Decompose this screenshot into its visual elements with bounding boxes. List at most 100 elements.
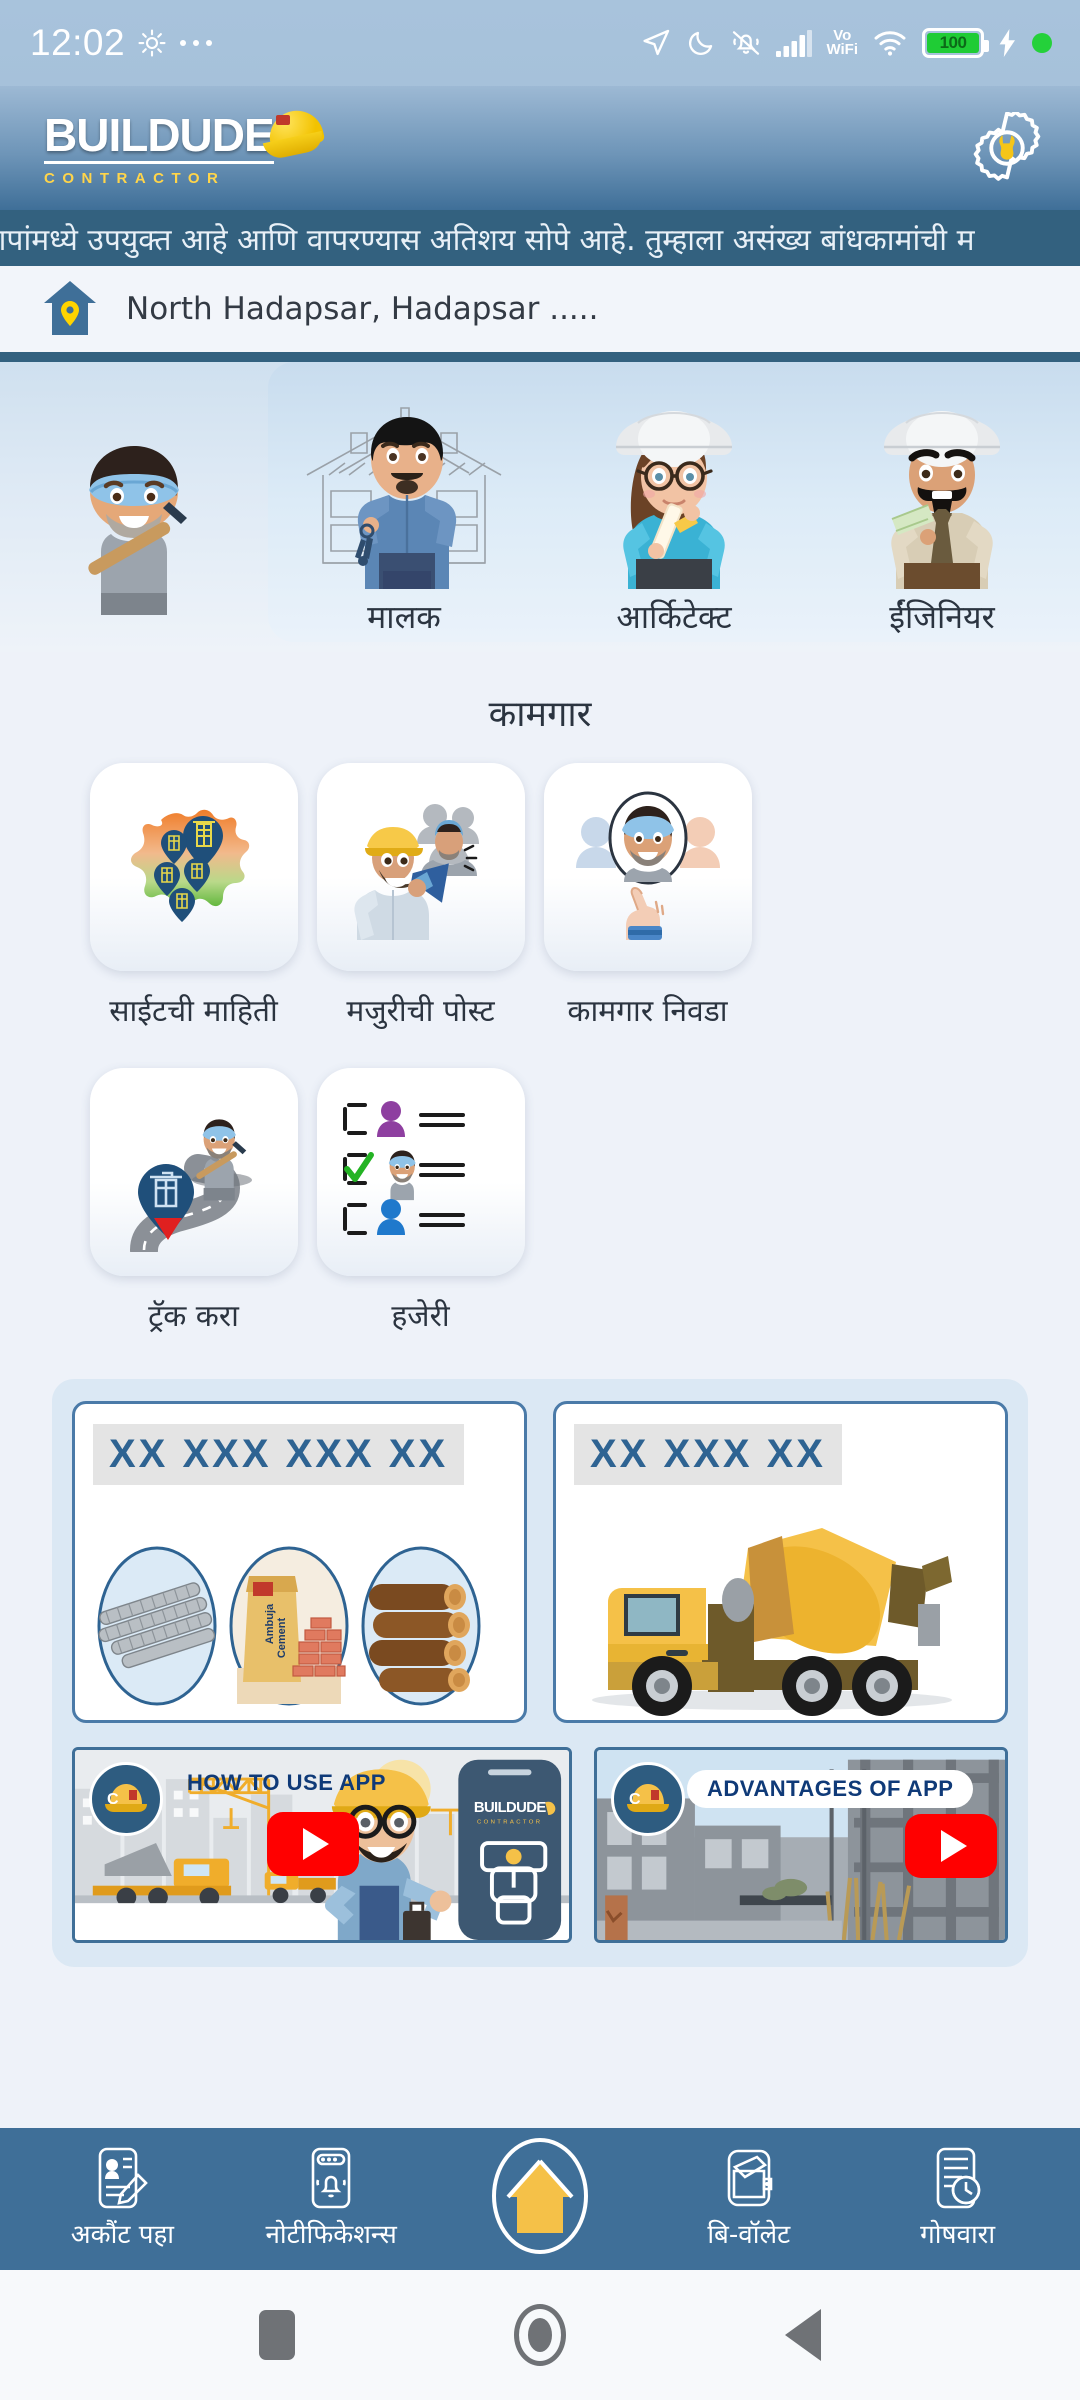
nav-item-notifications[interactable]: नोटीफिकेशन्स [241, 2147, 421, 2251]
video-row: BUILDUDE CONTRACTOR C HOW TO USE APP C A… [72, 1747, 1008, 1943]
video-card-advantages[interactable]: C ADVANTAGES OF APP [594, 1747, 1008, 1943]
tile-label: कामगार निवडा [567, 994, 728, 1029]
back-triangle-icon[interactable] [784, 2309, 821, 2361]
marquee-text: नापांमध्ये उपयुक्त आहे आणि वापरण्यास अति… [0, 222, 975, 258]
settings-gear-wrench-icon[interactable] [970, 111, 1044, 185]
logo-title: BUILDUDE [44, 112, 275, 164]
section-title-worker: कामगार [488, 694, 592, 735]
status-time: 12:02 [30, 22, 126, 63]
nav-item-home[interactable] [450, 2137, 630, 2261]
logo-text-block: BUILDUDE CONTRACTOR [44, 112, 275, 187]
app-logo[interactable]: BUILDUDE CONTRACTOR [44, 105, 326, 187]
nav-item-account[interactable]: अकौंट पहा [32, 2147, 212, 2251]
svg-text:C: C [107, 1791, 119, 1808]
tile-card[interactable] [316, 763, 525, 971]
role-label-owner: मालक [367, 598, 441, 636]
role-carousel[interactable]: मालक आर्किटेक्ट ईंजिनियर [0, 362, 1080, 652]
video-title: ADVANTAGES OF APP [687, 1770, 974, 1808]
ad-card-mixer[interactable]: XX XXX XX [553, 1401, 1008, 1723]
tile-wage-post[interactable]: मजुरीची पोस्ट [307, 763, 534, 1030]
role-label-engineer: ईंजिनियर [889, 598, 995, 636]
location-bar[interactable]: North Hadapsar, Hadapsar ..... [0, 266, 1080, 362]
tile-card[interactable] [89, 763, 298, 971]
location-arrow-icon [640, 27, 672, 59]
ad-text: XX XXX XXX XX [109, 1432, 449, 1476]
notification-bell-phone-icon [303, 2147, 359, 2209]
svg-text:Cement: Cement [276, 1617, 288, 1658]
nav-item-wallet[interactable]: बि-वॉलेट [659, 2147, 839, 2251]
role-item-engineer[interactable]: ईंजिनियर [808, 362, 1076, 652]
tile-label: साईटची माहिती [109, 994, 278, 1029]
attendance-checklist-icon [337, 1097, 505, 1247]
youtube-play-icon[interactable] [905, 1814, 997, 1878]
tile-select-worker[interactable]: कामगार निवडा [534, 763, 761, 1030]
tile-attendance[interactable]: हजेरी [307, 1068, 534, 1335]
role-item-architect[interactable]: आर्किटेक्ट [540, 362, 808, 652]
materials-rebar-cement-wood-icon: Ambuja Cement [93, 1540, 485, 1708]
charging-bolt-icon [998, 29, 1018, 57]
ad-text: XX XXX XX [590, 1432, 826, 1476]
ad-row: XX XXX XXX XX Ambuja Cement XX XXX XX [72, 1401, 1008, 1723]
vowifi-line2: WiFi [826, 41, 858, 58]
more-dots-icon [179, 37, 213, 49]
battery-level: 100 [927, 33, 979, 53]
nav-label: नोटीफिकेशन्स [265, 2220, 397, 2250]
tile-row-2: ट्रॅक करा हजेरी [80, 1068, 1000, 1335]
nav-item-report[interactable]: गोषवारा [868, 2147, 1048, 2251]
svg-text:C: C [629, 1791, 641, 1808]
tile-track[interactable]: ट्रॅक करा [80, 1068, 307, 1335]
app-header: BUILDUDE CONTRACTOR [0, 86, 1080, 210]
role-carousel-track: मालक आर्किटेक्ट ईंजिनियर [0, 362, 1080, 652]
green-status-dot-icon [1032, 33, 1052, 53]
feature-tile-grid: साईटची माहिती मजुरीची पोस्ट कामगार निवडा… [0, 763, 1080, 1335]
architect-woman-icon [594, 393, 754, 589]
owner-with-keys-icon [289, 393, 519, 589]
youtube-play-icon[interactable] [267, 1812, 359, 1876]
wifi-icon [872, 29, 908, 57]
ad-placeholder-text: XX XXX XXX XX [93, 1424, 465, 1485]
tile-row-1: साईटची माहिती मजुरीची पोस्ट कामगार निवडा [80, 763, 1000, 1030]
wallet-icon [721, 2147, 777, 2209]
tile-label: हजेरी [391, 1299, 450, 1334]
helmet-c-logo-icon: C [89, 1762, 163, 1836]
role-item-owner[interactable]: मालक [268, 362, 540, 652]
tile-card[interactable] [543, 763, 752, 971]
recents-square-icon[interactable] [259, 2310, 296, 2360]
road-track-icon [114, 1092, 274, 1252]
nav-label: बि-वॉलेट [707, 2220, 791, 2250]
battery-indicator: 100 [922, 28, 989, 58]
ad-placeholder-text: XX XXX XX [574, 1424, 842, 1485]
helmet-c-logo-icon: C [611, 1762, 685, 1836]
bottom-navigation: अकौंट पहा नोटीफिकेशन्स बि-वॉलेट गोषवारा [0, 2128, 1080, 2270]
signal-bars-icon [776, 29, 813, 57]
worker-avatar-icon [59, 424, 209, 620]
india-map-pins-icon [119, 792, 269, 942]
status-bar-left: 12:02 [30, 22, 213, 64]
svg-text:CONTRACTOR: CONTRACTOR [477, 1820, 542, 1826]
tile-label: मजुरीची पोस्ट [346, 994, 495, 1029]
home-circle-icon[interactable] [513, 2304, 566, 2366]
account-card-edit-icon [94, 2147, 150, 2209]
announcement-marquee: नापांमध्ये उपयुक्त आहे आणि वापरण्यास अति… [0, 210, 1080, 266]
nav-label: गोषवारा [920, 2220, 996, 2250]
brightness-gear-icon [137, 28, 167, 58]
role-item-worker[interactable] [0, 362, 268, 652]
location-name: North Hadapsar, Hadapsar ..... [126, 291, 599, 327]
logo-subtitle: CONTRACTOR [44, 170, 226, 187]
ad-card-materials[interactable]: XX XXX XXX XX Ambuja Cement [72, 1401, 527, 1723]
status-bar-right: Vo WiFi 100 [640, 27, 1052, 59]
status-bar: 12:02 Vo WiFi 100 [0, 0, 1080, 86]
tile-empty-slot [534, 1068, 761, 1335]
concrete-mixer-truck-icon [562, 1504, 978, 1716]
tile-card[interactable] [89, 1068, 298, 1276]
home-location-pin-icon [42, 279, 98, 339]
tile-card[interactable] [316, 1068, 525, 1276]
report-clock-icon [930, 2147, 986, 2209]
nav-label: अकौंट पहा [70, 2220, 175, 2250]
tile-site-info[interactable]: साईटची माहिती [80, 763, 307, 1030]
home-icon [488, 2137, 592, 2255]
svg-text:Ambuja: Ambuja [264, 1603, 276, 1644]
mute-vibrate-bell-icon [730, 27, 762, 59]
video-card-how-to-use[interactable]: BUILDUDE CONTRACTOR C HOW TO USE APP [72, 1747, 572, 1943]
svg-text:BUILDUDE: BUILDUDE [474, 1800, 547, 1816]
